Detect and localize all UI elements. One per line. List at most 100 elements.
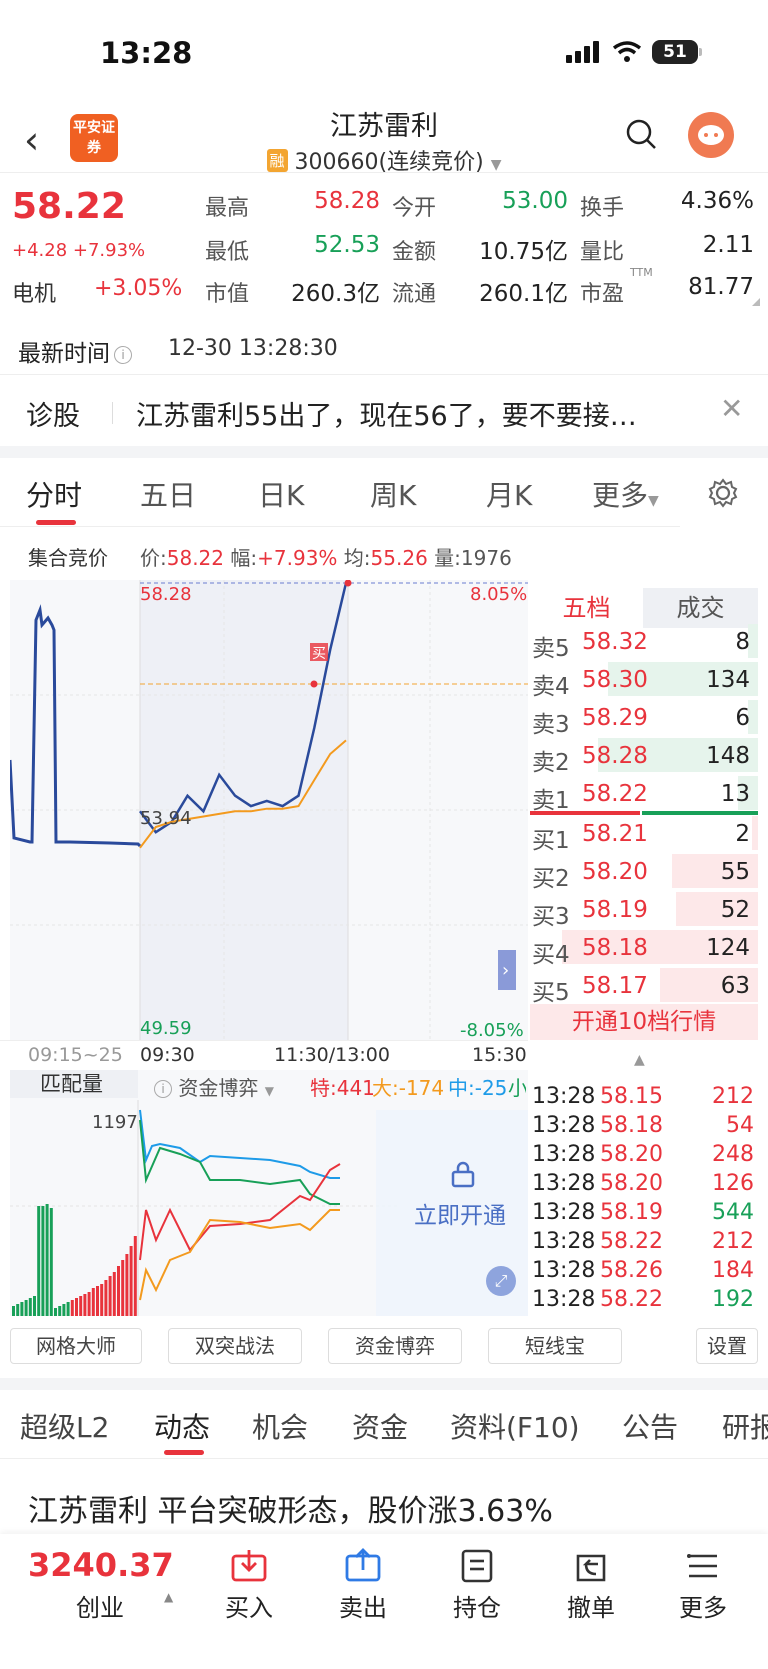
ask-row[interactable]: 卖4 58.30 134 [530, 660, 758, 700]
tab-profile[interactable]: 资料(F10) [450, 1406, 580, 1446]
intraday-chart[interactable]: › 买 [10, 580, 528, 1050]
volume-bar [70, 1300, 74, 1316]
caret-up-icon[interactable]: ▲ [634, 1052, 645, 1068]
trade-tick: 13:28 58.18 54 [532, 1111, 754, 1140]
tool-fund-game[interactable]: 资金博弈 [328, 1328, 462, 1364]
ask-row[interactable]: 卖5 58.32 8 [530, 622, 758, 662]
tool-settings[interactable]: 设置 [696, 1328, 758, 1364]
ask-price: 58.29 [582, 705, 648, 731]
close-icon[interactable]: ✕ [720, 392, 743, 425]
flow-line-medium [139, 1109, 340, 1179]
ask-label: 卖3 [532, 712, 570, 738]
volume-bar [16, 1304, 20, 1316]
quote-label: 今开 [392, 196, 437, 221]
assistant-avatar[interactable] [688, 112, 734, 158]
tab-timeshare[interactable]: 分时 [26, 474, 82, 514]
tab-super-l2[interactable]: 超级L2 [20, 1406, 109, 1446]
volume-bar [79, 1296, 83, 1316]
volume-bar [66, 1302, 70, 1316]
ask-row[interactable]: 卖2 58.28 148 [530, 736, 758, 776]
tab-dynamics[interactable]: 动态 [154, 1406, 210, 1446]
cancel-order-label: 撤单 [567, 1594, 615, 1622]
volume-bar [112, 1272, 116, 1316]
chart-low-label: 49.59 [140, 1018, 192, 1039]
latest-time: 最新时间 i [18, 334, 132, 368]
x-label-auction: 09:15~25 [28, 1044, 123, 1066]
sell-button[interactable]: 卖出 [308, 1548, 418, 1623]
volume-bar [108, 1276, 112, 1316]
bid-volume: 124 [706, 935, 750, 961]
bid-row[interactable]: 买2 58.20 55 [530, 852, 758, 892]
ask-price: 58.22 [582, 781, 648, 807]
tool-grid-master[interactable]: 网格大师 [10, 1328, 142, 1364]
caret-down-icon: ▼ [264, 1084, 274, 1098]
tab-daily-k[interactable]: 日K [258, 474, 304, 514]
buy-marker-label: 买 [312, 646, 326, 662]
volume-bar [83, 1294, 87, 1316]
info-icon[interactable]: i [114, 346, 132, 364]
index-value[interactable]: 3240.37 [28, 1546, 174, 1584]
tool-double-breakout[interactable]: 双突战法 [168, 1328, 302, 1364]
tab-opportunity[interactable]: 机会 [252, 1406, 308, 1446]
auction-price-label: 价: [140, 546, 167, 570]
ask-price: 58.32 [582, 629, 648, 655]
buy-button[interactable]: 买入 [194, 1548, 304, 1623]
tab-research[interactable]: 研报 [722, 1406, 768, 1446]
lock-icon [451, 1161, 475, 1188]
volume-bar [37, 1206, 41, 1316]
divider [0, 172, 768, 173]
tab-announcements[interactable]: 公告 [622, 1406, 678, 1446]
chart-low-pct: -8.05% [460, 1020, 524, 1041]
ask-label: 卖5 [532, 636, 570, 662]
tab-monthly-k[interactable]: 月K [486, 474, 532, 514]
open-10-level-button[interactable]: 开通10档行情 [530, 1004, 758, 1040]
tab-underline [164, 1450, 204, 1455]
sector-name[interactable]: 电机 [12, 276, 56, 308]
flow-line-small [139, 1119, 340, 1205]
x-label-mid: 11:30/13:00 [274, 1044, 390, 1066]
quote-label: 金额 [392, 240, 437, 265]
tool-short-line[interactable]: 短线宝 [488, 1328, 622, 1364]
bid-row[interactable]: 买5 58.17 63 [530, 966, 758, 1006]
bid-price: 58.17 [582, 973, 648, 999]
ask-label: 卖4 [532, 674, 570, 700]
tab-more[interactable]: 更多▼ [592, 474, 659, 514]
bid-volume: 2 [735, 821, 750, 847]
volume-bar [91, 1288, 95, 1316]
auction-vol-label: 量: [434, 546, 461, 570]
caret-up-icon[interactable]: ▲ [164, 1590, 173, 1604]
bid-row[interactable]: 买4 58.18 124 [530, 928, 758, 968]
more-button[interactable]: 更多 [648, 1548, 758, 1623]
ask-row[interactable]: 卖3 58.29 6 [530, 698, 758, 738]
search-icon[interactable] [624, 117, 658, 151]
tick-price: 58.15 [600, 1084, 663, 1109]
tab-five-day[interactable]: 五日 [140, 474, 196, 514]
quote-value: 260.1亿 [479, 281, 568, 307]
x-label-close: 15:30 [472, 1044, 527, 1066]
ask-price: 58.30 [582, 667, 648, 693]
volume-bar [87, 1292, 91, 1316]
fullscreen-icon[interactable]: ⤢ [486, 1266, 516, 1296]
bid-row[interactable]: 买1 58.21 2 [530, 814, 758, 854]
unlock-button[interactable]: 立即开通 [414, 1196, 506, 1230]
ask-label: 卖2 [532, 750, 570, 776]
tick-time: 13:28 [532, 1200, 596, 1225]
tab-weekly-k[interactable]: 周K [370, 474, 416, 514]
tick-time: 13:28 [532, 1258, 596, 1283]
settings-gear-icon[interactable] [708, 478, 738, 508]
signal-icon [566, 41, 599, 63]
ask-row[interactable]: 卖1 58.22 13 [530, 774, 758, 814]
tick-price: 58.26 [600, 1258, 663, 1283]
status-time: 13:28 [100, 36, 193, 70]
cancel-order-button[interactable]: 撤单 [536, 1548, 646, 1623]
index-name[interactable]: 创业 [76, 1588, 124, 1623]
sell-icon [345, 1548, 381, 1582]
volume-bar [58, 1306, 62, 1316]
diagnosis-text[interactable]: 江苏雷利55出了，现在56了，要不要接… [136, 394, 706, 433]
holdings-button[interactable]: 持仓 [422, 1548, 532, 1623]
subchart-mode[interactable]: i 资金博弈 ▼ [150, 1072, 274, 1101]
bid-row[interactable]: 买3 58.19 52 [530, 890, 758, 930]
tab-funds[interactable]: 资金 [352, 1406, 408, 1446]
buy-point [310, 680, 318, 688]
news-headline[interactable]: 江苏雷利 平台突破形态，股价涨3.63% [28, 1486, 553, 1530]
